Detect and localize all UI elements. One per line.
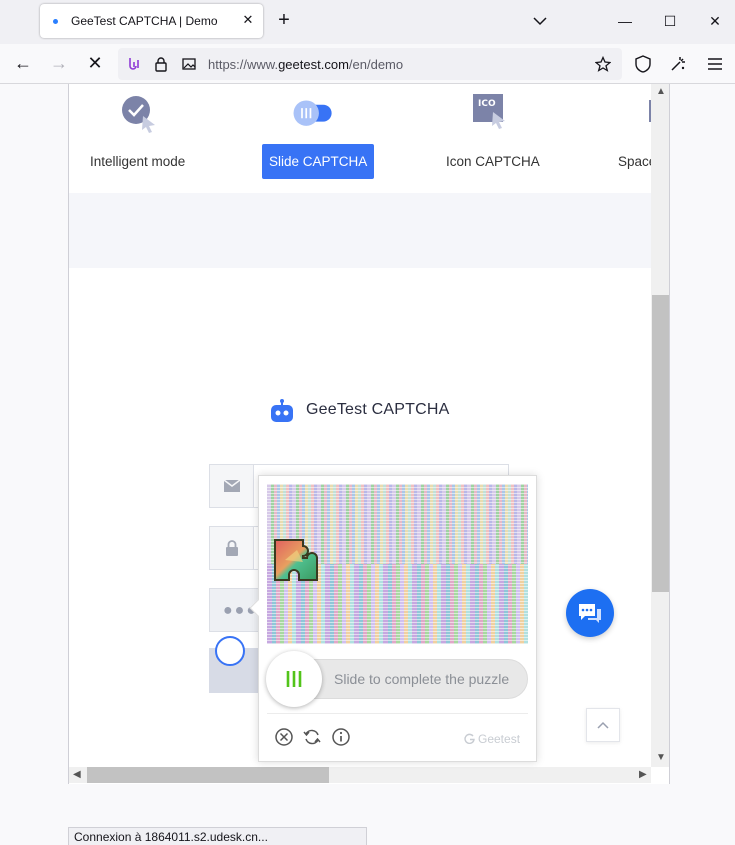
mode-label-slide: Slide CAPTCHA xyxy=(262,144,375,179)
mode-label-intelligent: Intelligent mode xyxy=(90,154,186,169)
slider-knob[interactable] xyxy=(266,651,322,707)
vertical-scroll-thumb[interactable] xyxy=(652,295,669,592)
back-button[interactable]: ← xyxy=(11,52,35,76)
status-bar: Connexion à 1864011.s2.udesk.cn... xyxy=(68,827,367,845)
robot-logo-icon xyxy=(271,399,293,422)
scroll-up-arrow-icon[interactable]: ▲ xyxy=(656,86,666,97)
mode-intelligent[interactable]: Intelligent mode xyxy=(69,84,209,193)
url-prefix: https://www. xyxy=(208,57,279,72)
section-divider-band xyxy=(69,193,653,268)
shield-icon[interactable] xyxy=(633,54,653,74)
back-to-top-button[interactable] xyxy=(586,708,620,742)
popup-footer-divider xyxy=(267,713,528,714)
captcha-mode-selector: Intelligent mode Slide CAPTCHA ICO Icon … xyxy=(69,84,659,193)
mode-slide[interactable]: Slide CAPTCHA xyxy=(261,84,381,193)
slider-toggle-icon xyxy=(293,100,332,126)
chevron-down-icon[interactable] xyxy=(531,12,549,30)
mode-label-icon: Icon CAPTCHA xyxy=(446,154,540,169)
slide-captcha-popup: Slide to complete the puzzle Geetest xyxy=(249,475,537,762)
close-tab-icon[interactable]: ✕ xyxy=(238,10,258,30)
slider-hint-text: Slide to complete the puzzle xyxy=(334,671,510,687)
lock-icon[interactable] xyxy=(153,56,169,72)
refresh-icon[interactable] xyxy=(302,727,322,747)
extensions-icon[interactable] xyxy=(668,54,688,74)
forward-button[interactable]: → xyxy=(47,52,71,76)
url-domain: geetest.com xyxy=(278,57,349,72)
brand-title: GeeTest CAPTCHA xyxy=(306,401,450,418)
geetest-watermark-text: Geetest xyxy=(478,732,521,746)
info-icon[interactable] xyxy=(331,727,351,747)
tab-geetest-demo[interactable]: GeeTest CAPTCHA | Demo ✕ xyxy=(40,4,263,38)
geetest-watermark: Geetest xyxy=(464,732,520,746)
new-tab-button[interactable]: + xyxy=(272,9,296,33)
url-text[interactable]: https://www.geetest.com/en/demo xyxy=(208,57,403,72)
captcha-checkbox-icon[interactable] xyxy=(215,636,245,666)
close-circle-icon[interactable] xyxy=(274,727,294,747)
scroll-right-arrow-icon[interactable]: ▶ xyxy=(639,769,647,780)
email-field-icon-box xyxy=(210,465,254,507)
envelope-icon xyxy=(224,480,240,492)
tab-favicon-icon xyxy=(53,19,58,24)
password-field-icon-box xyxy=(210,527,254,569)
padlock-icon xyxy=(226,540,238,556)
chat-support-button[interactable] xyxy=(566,589,614,637)
horizontal-scroll-thumb[interactable] xyxy=(87,767,329,783)
svg-text:ICO: ICO xyxy=(478,99,496,109)
grip-bars-icon xyxy=(286,671,302,687)
tab-title: GeeTest CAPTCHA | Demo xyxy=(71,14,218,28)
menu-icon[interactable] xyxy=(705,54,725,74)
chevron-up-icon xyxy=(597,721,609,729)
page-image-icon[interactable] xyxy=(181,56,197,72)
tab-strip: GeeTest CAPTCHA | Demo ✕ + — ☐ ✕ xyxy=(0,0,735,44)
check-cursor-icon xyxy=(122,96,155,133)
minimize-button[interactable]: — xyxy=(614,10,636,32)
url-bar[interactable]: https://www.geetest.com/en/demo xyxy=(118,48,622,80)
ico-cursor-icon: ICO xyxy=(473,94,505,129)
maximize-button[interactable]: ☐ xyxy=(659,10,681,32)
puzzle-piece-icon[interactable] xyxy=(273,538,325,582)
permissions-icon[interactable] xyxy=(126,56,142,72)
puzzle-image xyxy=(267,484,528,644)
vertical-scrollbar[interactable]: ▲ ▼ xyxy=(651,84,669,767)
url-path: /en/demo xyxy=(348,57,404,72)
scroll-down-arrow-icon[interactable]: ▼ xyxy=(656,752,666,763)
bookmark-star-icon[interactable] xyxy=(595,56,611,72)
mode-icon[interactable]: ICO Icon CAPTCHA xyxy=(431,84,551,193)
chat-bubble-icon xyxy=(579,604,601,623)
horizontal-scrollbar[interactable]: ◀ ▶ xyxy=(69,767,651,783)
close-window-button[interactable]: ✕ xyxy=(704,10,726,32)
navigation-toolbar: ← → ✕ https://www.geetest.com/en/demo xyxy=(0,44,735,84)
geetest-logo-icon xyxy=(464,733,475,744)
stop-loading-button[interactable]: ✕ xyxy=(83,52,107,76)
scroll-left-arrow-icon[interactable]: ◀ xyxy=(73,769,81,780)
